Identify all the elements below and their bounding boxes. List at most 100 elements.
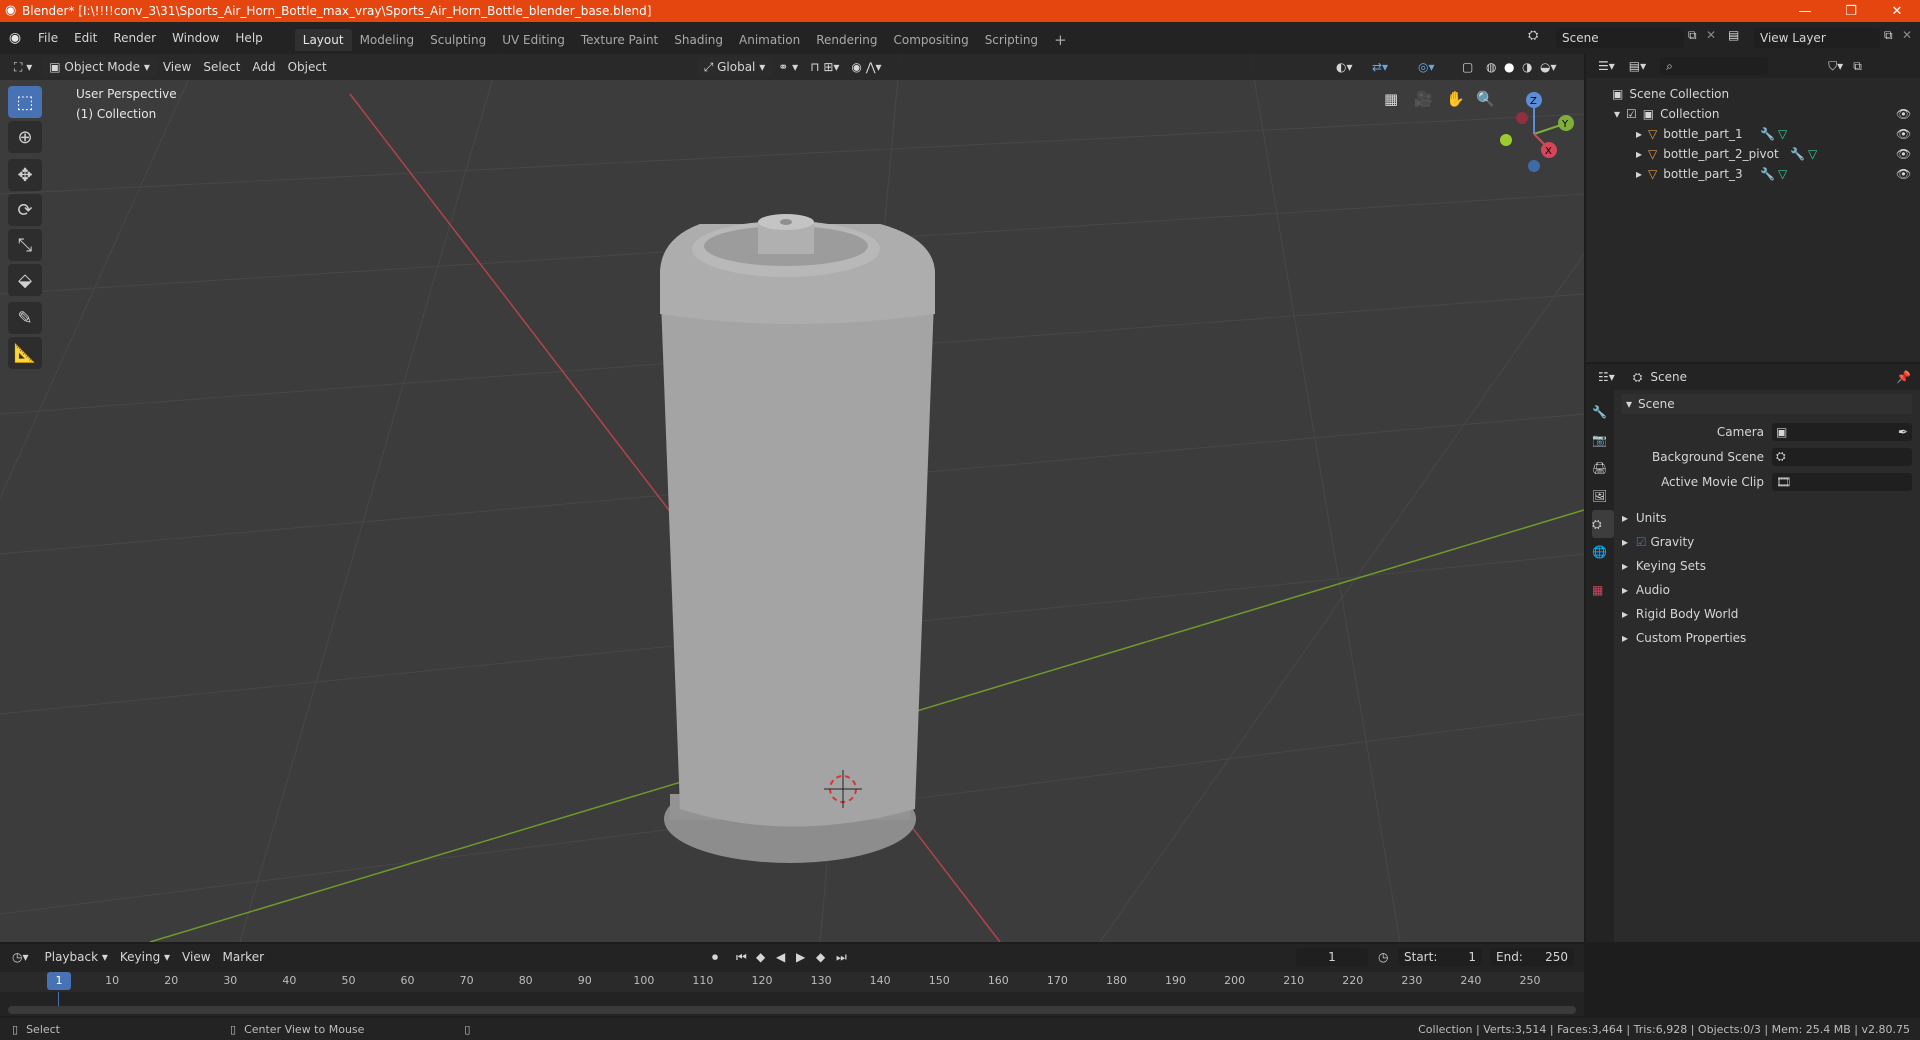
navigation-gizmo[interactable]: Z Y X [1492, 84, 1578, 184]
end-frame-field[interactable]: End: 250 [1490, 948, 1574, 966]
object-mode-dropdown[interactable]: ▣ Object Mode ▾ [42, 57, 157, 77]
annotate-tool-icon[interactable]: ✎ [8, 302, 42, 334]
filter-icon[interactable]: ⛉▾ [1828, 59, 1843, 74]
rendered-shading-icon[interactable]: ◒▾ [1534, 57, 1563, 77]
scene-tab-icon[interactable]: ⛭ [1592, 510, 1614, 538]
collapse-icon[interactable]: ▾ [1614, 107, 1620, 121]
current-frame-field[interactable]: 1 [1296, 948, 1368, 966]
pivot-point-icon[interactable]: ⚭ ▾ [772, 57, 804, 77]
expand-icon[interactable]: ▸ [1636, 127, 1642, 141]
expand-icon[interactable]: ▸ [1636, 147, 1642, 161]
minimize-button[interactable]: — [1782, 0, 1828, 22]
scene-panel-header[interactable]: ▾ Scene [1622, 394, 1912, 414]
new-view-layer-icon[interactable]: ⧉ [1884, 28, 1893, 43]
bottle-model[interactable] [660, 214, 935, 863]
mesh-data-icon[interactable]: ▽ [1808, 147, 1817, 161]
tab-modeling[interactable]: Modeling [352, 29, 423, 51]
view-layer-icon[interactable]: ▤ [1728, 28, 1739, 42]
timeline-scrollbar[interactable] [8, 1006, 1576, 1014]
editor-type-icon[interactable]: ⛶ ▾ [8, 57, 38, 77]
new-scene-icon[interactable]: ⧉ [1688, 28, 1697, 43]
menu-object[interactable]: Object [282, 57, 333, 77]
output-tab-icon[interactable]: 🖨 [1592, 454, 1614, 482]
play-reverse-icon[interactable]: ◀ [776, 950, 785, 964]
delete-view-layer-icon[interactable]: ✕ [1902, 28, 1912, 42]
visibility-eye-icon[interactable]: 👁 [1896, 127, 1911, 141]
toggle-grid-icon[interactable]: ▦ [1384, 90, 1398, 108]
record-icon[interactable]: ⏺ [712, 950, 718, 965]
timer-icon[interactable]: ◷ [1378, 950, 1388, 964]
xray-toggle-icon[interactable]: ▢ [1456, 57, 1479, 77]
camera-field[interactable]: ▣ ✒ [1772, 423, 1912, 441]
outliner-editor-icon[interactable]: ☰▾ [1598, 59, 1615, 73]
expand-icon[interactable]: ▸ [1636, 167, 1642, 181]
prev-keyframe-icon[interactable]: ◆ [756, 950, 765, 964]
scene-selector-icon[interactable]: ⛭ [1528, 28, 1538, 43]
units-subpanel[interactable]: ▸ Units [1622, 506, 1912, 530]
tab-scripting[interactable]: Scripting [977, 29, 1046, 51]
start-frame-field[interactable]: Start: 1 [1398, 948, 1482, 966]
menu-render[interactable]: Render [105, 22, 164, 54]
play-icon[interactable]: ▶ [796, 950, 805, 964]
rigid-body-world-subpanel[interactable]: ▸ Rigid Body World [1622, 602, 1912, 626]
modifier-icon[interactable]: 🔧 [1760, 167, 1775, 181]
texture-tab-icon[interactable]: ▦ [1592, 576, 1614, 604]
active-movie-clip-field[interactable]: 🎞 [1772, 472, 1912, 491]
timeline-view-menu[interactable]: View [176, 947, 216, 967]
timeline-editor-icon[interactable]: ◷▾ [12, 950, 29, 964]
outliner-search-input[interactable]: ⌕ [1660, 57, 1769, 75]
menu-view[interactable]: View [157, 57, 197, 77]
tab-shading[interactable]: Shading [666, 29, 731, 51]
tab-rendering[interactable]: Rendering [808, 29, 885, 51]
render-tab-icon[interactable]: 📷 [1592, 426, 1614, 454]
snap-icon[interactable]: ⊓ ⊞▾ [804, 57, 845, 77]
eyedropper-icon[interactable]: ✒ [1898, 425, 1908, 439]
pan-view-icon[interactable]: ✋ [1446, 90, 1465, 108]
audio-subpanel[interactable]: ▸ Audio [1622, 578, 1912, 602]
visibility-eye-icon[interactable]: 👁 [1896, 107, 1911, 121]
menu-select[interactable]: Select [197, 57, 246, 77]
gravity-checkbox[interactable]: ☑ [1636, 535, 1647, 549]
custom-properties-subpanel[interactable]: ▸ Custom Properties [1622, 626, 1912, 650]
world-tab-icon[interactable]: 🌐 [1592, 538, 1614, 566]
background-scene-field[interactable]: ⛭ [1772, 447, 1912, 466]
outliner-object-row[interactable]: ▸ ▽ bottle_part_1 🔧 ▽ 👁 [1586, 124, 1920, 144]
jump-start-icon[interactable]: ⏮ [736, 950, 747, 965]
move-tool-icon[interactable]: ✥ [8, 159, 42, 191]
properties-editor-icon[interactable]: ☷▾ [1598, 370, 1615, 384]
pin-icon[interactable]: 📌 [1896, 370, 1911, 384]
menu-file[interactable]: File [30, 22, 66, 54]
measure-tool-icon[interactable]: 📐 [8, 337, 42, 369]
keying-sets-subpanel[interactable]: ▸ Keying Sets [1622, 554, 1912, 578]
jump-end-icon[interactable]: ⏭ [836, 950, 847, 965]
proportional-edit-icon[interactable]: ◉ ⋀▾ [845, 57, 887, 77]
tab-sculpting[interactable]: Sculpting [422, 29, 494, 51]
3d-viewport[interactable]: ⛶ ▾ ▣ Object Mode ▾ View Select Add Obje… [0, 54, 1584, 942]
menu-help[interactable]: Help [227, 22, 270, 54]
tab-layout[interactable]: Layout [294, 29, 352, 51]
frame-ruler[interactable]: 1 10 20 30 40 50 60 70 80 90 100 110 120 130 140 150 160… [0, 972, 1584, 992]
scene-name-field[interactable]: Scene [1556, 28, 1684, 48]
tab-texture-paint[interactable]: Texture Paint [573, 29, 666, 51]
tab-uv-editing[interactable]: UV Editing [494, 29, 573, 51]
view-layer-tab-icon[interactable]: 🖼 [1592, 482, 1614, 510]
menu-edit[interactable]: Edit [66, 22, 105, 54]
gizmo-toggle-icon[interactable]: ⇄▾ [1366, 57, 1394, 77]
modifier-icon[interactable]: 🔧 [1790, 147, 1805, 161]
menu-window[interactable]: Window [164, 22, 227, 54]
next-keyframe-icon[interactable]: ◆ [816, 950, 825, 964]
restore-button[interactable]: ❐ [1828, 0, 1874, 22]
new-collection-icon[interactable]: ⧉ [1853, 59, 1862, 74]
view-layer-field[interactable]: View Layer [1754, 28, 1880, 48]
mesh-data-icon[interactable]: ▽ [1778, 167, 1787, 181]
visibility-eye-icon[interactable]: 👁 [1896, 167, 1911, 181]
outliner-object-row[interactable]: ▸ ▽ bottle_part_3 🔧 ▽ 👁 [1586, 164, 1920, 184]
modifier-icon[interactable]: 🔧 [1760, 127, 1775, 141]
rotate-tool-icon[interactable]: ⟳ [8, 194, 42, 226]
transform-orientation-dropdown[interactable]: ⤢ Global ▾ [696, 57, 773, 77]
mesh-data-icon[interactable]: ▽ [1778, 127, 1787, 141]
gravity-subpanel[interactable]: ▸ ☑ Gravity [1622, 530, 1912, 554]
blender-menu-icon[interactable]: ◉ [0, 30, 30, 46]
outliner-object-row[interactable]: ▸ ▽ bottle_part_2_pivot 🔧 ▽ 👁 [1586, 144, 1920, 164]
cursor-tool-icon[interactable]: ⊕ [8, 121, 42, 153]
